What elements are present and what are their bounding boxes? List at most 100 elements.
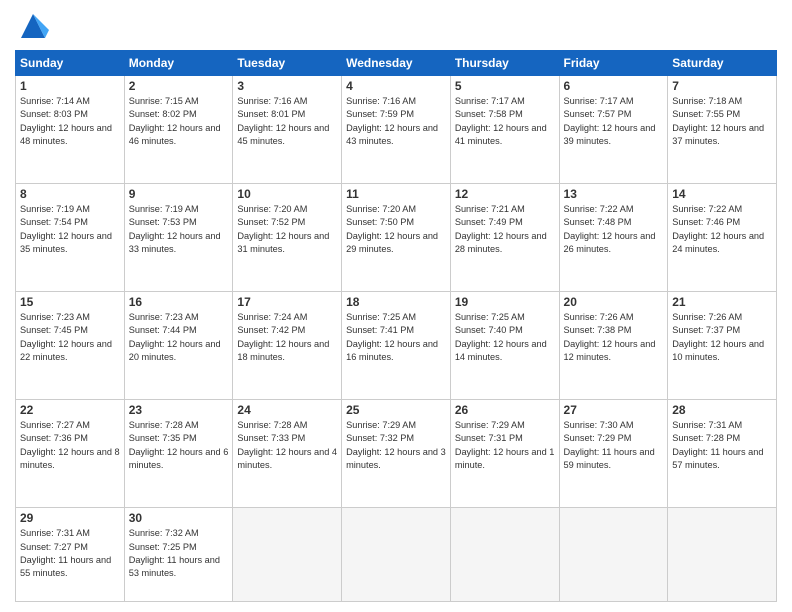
day-number: 18 (346, 295, 446, 309)
table-row: 9 Sunrise: 7:19 AMSunset: 7:53 PMDaylight… (124, 184, 233, 292)
col-sunday: Sunday (16, 51, 125, 76)
page: Sunday Monday Tuesday Wednesday Thursday… (0, 0, 792, 612)
day-number: 21 (672, 295, 772, 309)
calendar-row: 1 Sunrise: 7:14 AMSunset: 8:03 PMDaylight… (16, 76, 777, 184)
day-info: Sunrise: 7:16 AMSunset: 8:01 PMDaylight:… (237, 95, 337, 148)
day-info: Sunrise: 7:17 AMSunset: 7:58 PMDaylight:… (455, 95, 555, 148)
day-info: Sunrise: 7:24 AMSunset: 7:42 PMDaylight:… (237, 311, 337, 364)
day-number: 13 (564, 187, 664, 201)
table-row: 16Sunrise: 7:23 AMSunset: 7:44 PMDayligh… (124, 292, 233, 400)
day-info: Sunrise: 7:21 AMSunset: 7:49 PMDaylight:… (455, 203, 555, 256)
table-row: 25 Sunrise: 7:29 AMSunset: 7:32 PMDayligh… (342, 400, 451, 508)
table-row: 26Sunrise: 7:29 AMSunset: 7:31 PMDayligh… (450, 400, 559, 508)
day-info: Sunrise: 7:19 AMSunset: 7:53 PMDaylight:… (129, 203, 229, 256)
logo (15, 10, 49, 42)
table-row: 14 Sunrise: 7:22 AMSunset: 7:46 PMDayligh… (668, 184, 777, 292)
day-info: Sunrise: 7:26 AMSunset: 7:38 PMDaylight:… (564, 311, 664, 364)
col-wednesday: Wednesday (342, 51, 451, 76)
table-row: 21 Sunrise: 7:26 AMSunset: 7:37 PMDayligh… (668, 292, 777, 400)
day-info: Sunrise: 7:14 AMSunset: 8:03 PMDaylight:… (20, 95, 120, 148)
calendar-row: 8 Sunrise: 7:19 AMSunset: 7:54 PMDaylight… (16, 184, 777, 292)
table-row: 24 Sunrise: 7:28 AMSunset: 7:33 PMDayligh… (233, 400, 342, 508)
day-number: 10 (237, 187, 337, 201)
calendar: Sunday Monday Tuesday Wednesday Thursday… (15, 50, 777, 602)
table-row: 4 Sunrise: 7:16 AMSunset: 7:59 PMDaylight… (342, 76, 451, 184)
day-number: 12 (455, 187, 555, 201)
day-info: Sunrise: 7:18 AMSunset: 7:55 PMDaylight:… (672, 95, 772, 148)
table-row: 10 Sunrise: 7:20 AMSunset: 7:52 PMDayligh… (233, 184, 342, 292)
table-row: 27Sunrise: 7:30 AMSunset: 7:29 PMDayligh… (559, 400, 668, 508)
table-row: 19 Sunrise: 7:25 AMSunset: 7:40 PMDayligh… (450, 292, 559, 400)
header (15, 10, 777, 42)
table-row: 22 Sunrise: 7:27 AMSunset: 7:36 PMDayligh… (16, 400, 125, 508)
table-row: 18Sunrise: 7:25 AMSunset: 7:41 PMDayligh… (342, 292, 451, 400)
day-info: Sunrise: 7:31 AMSunset: 7:28 PMDaylight:… (672, 419, 772, 472)
day-info: Sunrise: 7:19 AMSunset: 7:54 PMDaylight:… (20, 203, 120, 256)
day-info: Sunrise: 7:29 AMSunset: 7:32 PMDaylight:… (346, 419, 446, 472)
table-row: 3 Sunrise: 7:16 AMSunset: 8:01 PMDaylight… (233, 76, 342, 184)
day-number: 15 (20, 295, 120, 309)
calendar-header-row: Sunday Monday Tuesday Wednesday Thursday… (16, 51, 777, 76)
day-number: 24 (237, 403, 337, 417)
logo-icon (17, 10, 49, 42)
day-number: 4 (346, 79, 446, 93)
day-info: Sunrise: 7:28 AMSunset: 7:35 PMDaylight:… (129, 419, 229, 472)
day-number: 1 (20, 79, 120, 93)
calendar-row: 15Sunrise: 7:23 AMSunset: 7:45 PMDayligh… (16, 292, 777, 400)
day-info: Sunrise: 7:25 AMSunset: 7:40 PMDaylight:… (455, 311, 555, 364)
col-tuesday: Tuesday (233, 51, 342, 76)
day-number: 22 (20, 403, 120, 417)
table-row: 2 Sunrise: 7:15 AMSunset: 8:02 PMDaylight… (124, 76, 233, 184)
day-info: Sunrise: 7:17 AMSunset: 7:57 PMDaylight:… (564, 95, 664, 148)
day-info: Sunrise: 7:16 AMSunset: 7:59 PMDaylight:… (346, 95, 446, 148)
day-info: Sunrise: 7:22 AMSunset: 7:46 PMDaylight:… (672, 203, 772, 256)
col-thursday: Thursday (450, 51, 559, 76)
table-row: 17 Sunrise: 7:24 AMSunset: 7:42 PMDayligh… (233, 292, 342, 400)
table-row: 23 Sunrise: 7:28 AMSunset: 7:35 PMDayligh… (124, 400, 233, 508)
table-row: 20 Sunrise: 7:26 AMSunset: 7:38 PMDayligh… (559, 292, 668, 400)
day-number: 9 (129, 187, 229, 201)
day-number: 11 (346, 187, 446, 201)
day-info: Sunrise: 7:29 AMSunset: 7:31 PMDaylight:… (455, 419, 555, 472)
day-number: 5 (455, 79, 555, 93)
day-number: 29 (20, 511, 120, 525)
table-row (342, 508, 451, 602)
calendar-row: 29Sunrise: 7:31 AMSunset: 7:27 PMDayligh… (16, 508, 777, 602)
day-number: 28 (672, 403, 772, 417)
day-number: 30 (129, 511, 229, 525)
table-row: 28 Sunrise: 7:31 AMSunset: 7:28 PMDayligh… (668, 400, 777, 508)
day-info: Sunrise: 7:32 AMSunset: 7:25 PMDaylight:… (129, 527, 229, 580)
day-info: Sunrise: 7:28 AMSunset: 7:33 PMDaylight:… (237, 419, 337, 472)
day-number: 20 (564, 295, 664, 309)
day-number: 27 (564, 403, 664, 417)
table-row: 11 Sunrise: 7:20 AMSunset: 7:50 PMDayligh… (342, 184, 451, 292)
table-row: 15Sunrise: 7:23 AMSunset: 7:45 PMDayligh… (16, 292, 125, 400)
table-row: 1 Sunrise: 7:14 AMSunset: 8:03 PMDaylight… (16, 76, 125, 184)
day-number: 7 (672, 79, 772, 93)
day-number: 25 (346, 403, 446, 417)
day-info: Sunrise: 7:15 AMSunset: 8:02 PMDaylight:… (129, 95, 229, 148)
day-number: 19 (455, 295, 555, 309)
day-number: 2 (129, 79, 229, 93)
day-info: Sunrise: 7:27 AMSunset: 7:36 PMDaylight:… (20, 419, 120, 472)
day-info: Sunrise: 7:22 AMSunset: 7:48 PMDaylight:… (564, 203, 664, 256)
day-number: 14 (672, 187, 772, 201)
table-row: 6 Sunrise: 7:17 AMSunset: 7:57 PMDaylight… (559, 76, 668, 184)
day-info: Sunrise: 7:20 AMSunset: 7:52 PMDaylight:… (237, 203, 337, 256)
day-info: Sunrise: 7:20 AMSunset: 7:50 PMDaylight:… (346, 203, 446, 256)
day-number: 17 (237, 295, 337, 309)
table-row (450, 508, 559, 602)
calendar-row: 22 Sunrise: 7:27 AMSunset: 7:36 PMDayligh… (16, 400, 777, 508)
day-number: 23 (129, 403, 229, 417)
day-info: Sunrise: 7:26 AMSunset: 7:37 PMDaylight:… (672, 311, 772, 364)
table-row: 8 Sunrise: 7:19 AMSunset: 7:54 PMDaylight… (16, 184, 125, 292)
table-row: 12 Sunrise: 7:21 AMSunset: 7:49 PMDayligh… (450, 184, 559, 292)
day-number: 3 (237, 79, 337, 93)
table-row: 7 Sunrise: 7:18 AMSunset: 7:55 PMDaylight… (668, 76, 777, 184)
day-info: Sunrise: 7:23 AMSunset: 7:44 PMDaylight:… (129, 311, 229, 364)
day-number: 6 (564, 79, 664, 93)
table-row: 29Sunrise: 7:31 AMSunset: 7:27 PMDayligh… (16, 508, 125, 602)
day-number: 8 (20, 187, 120, 201)
table-row: 30 Sunrise: 7:32 AMSunset: 7:25 PMDayligh… (124, 508, 233, 602)
col-friday: Friday (559, 51, 668, 76)
